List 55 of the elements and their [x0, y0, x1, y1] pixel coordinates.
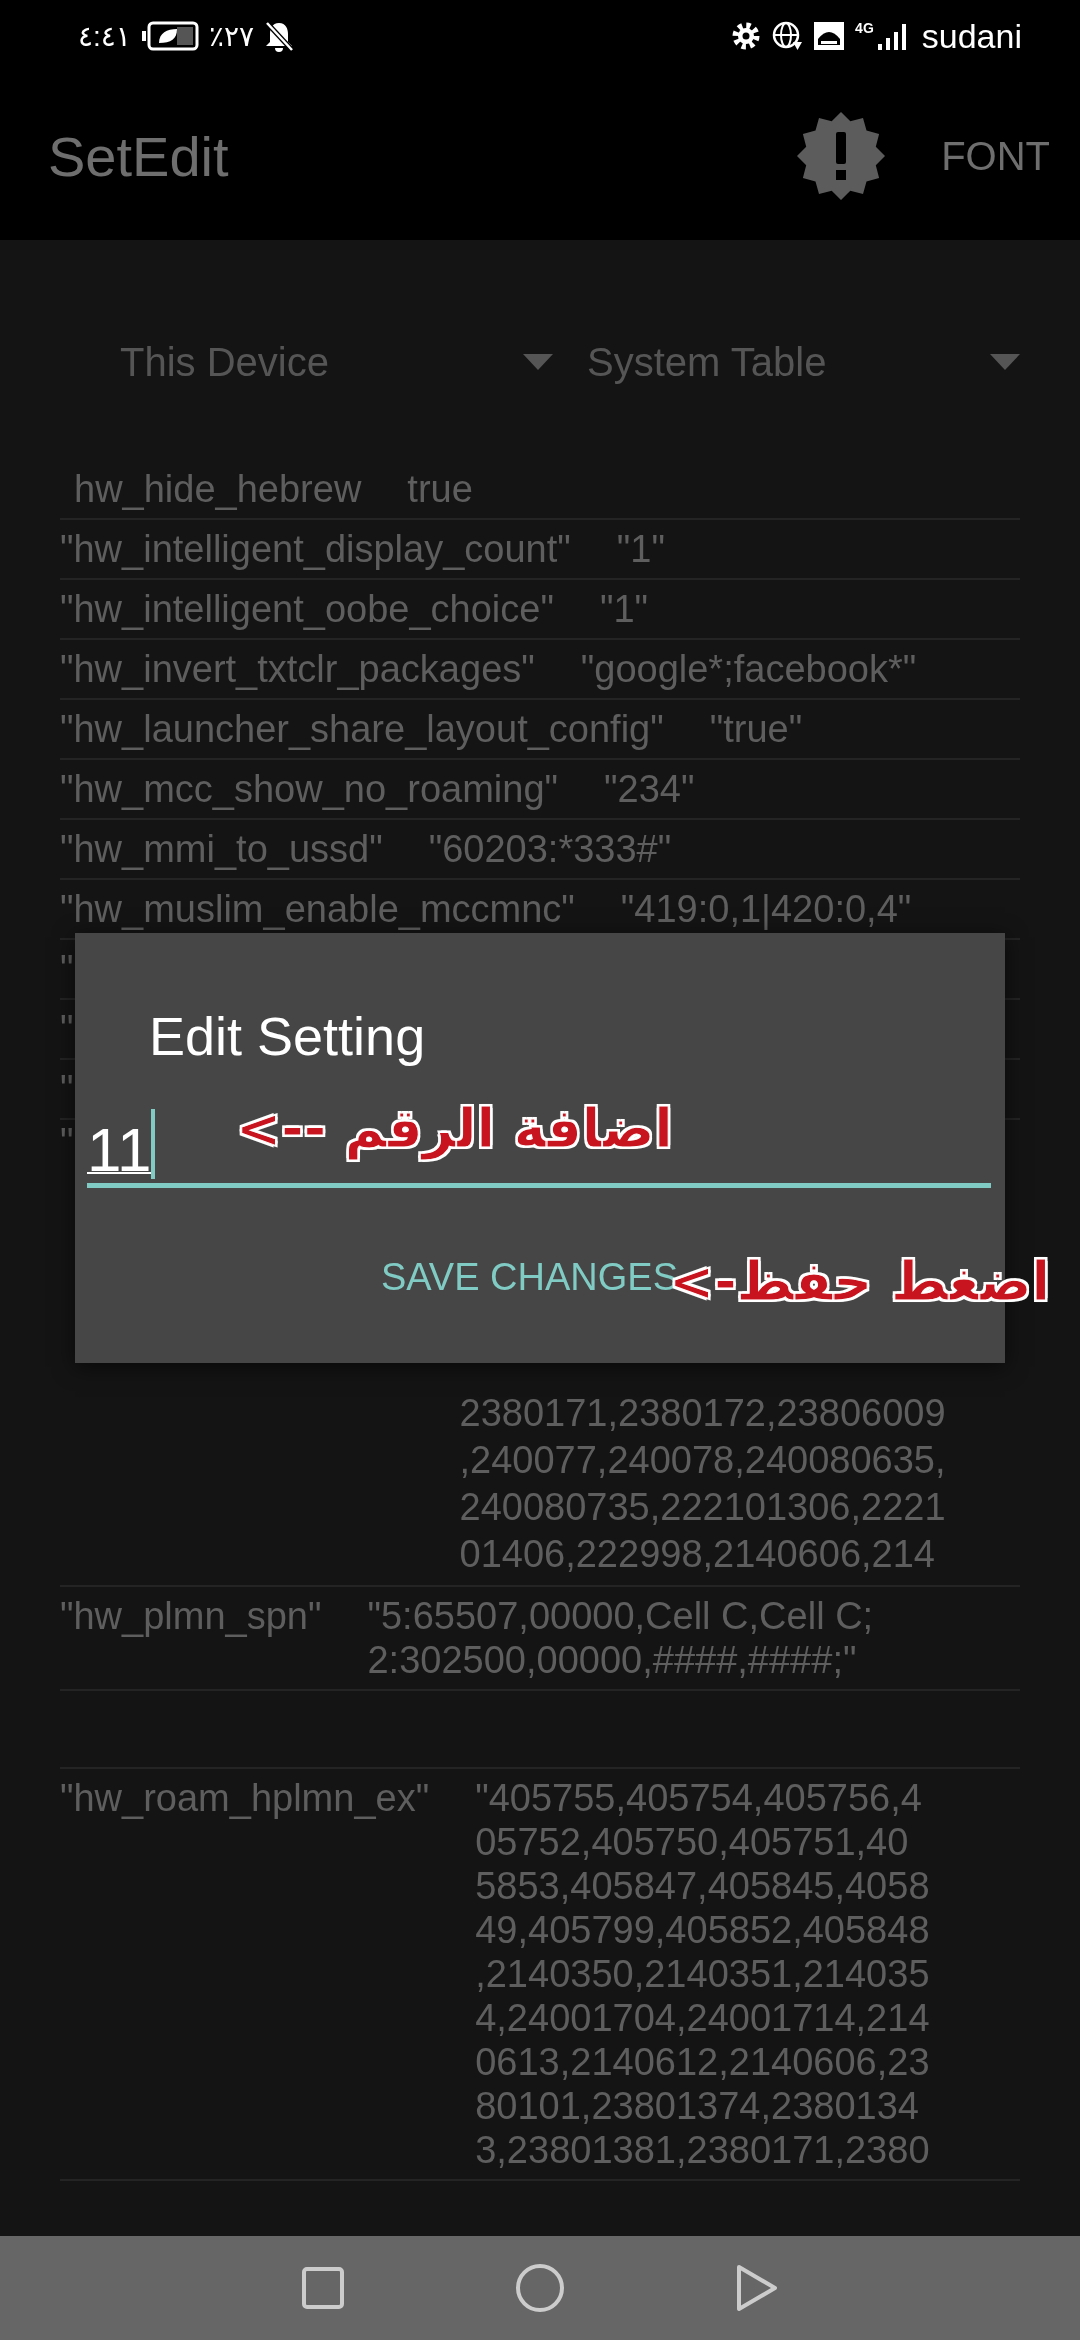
dropdown-caret-icon — [990, 354, 1020, 370]
setting-value: "405755,405754,405756,4 05752,405750,405751,40 5853,405847,405845,4058 49,405799,405852,405848 ,2140350,2140351,214035 4,24001704,24001714,214 0613,2140612,2140606,23 80101,23801374,2380134 3,23801381,2380171,2380 — [475, 1776, 930, 2172]
image-icon — [813, 21, 846, 51]
setting-value: "1" — [616, 527, 665, 571]
alert-icon[interactable] — [797, 112, 886, 200]
recents-button[interactable] — [301, 2266, 345, 2310]
battery-icon — [140, 21, 199, 51]
setting-name: " — [60, 1120, 74, 1164]
setting-value: "60203:*333#" — [428, 827, 672, 871]
dropdown[interactable]: System Table — [565, 332, 1020, 392]
back-button[interactable] — [735, 2263, 779, 2313]
font-button[interactable]: FONT — [933, 125, 1058, 187]
setting-name: hw_hide_hebrew — [73, 467, 362, 511]
setting-name: "hw_mmi_to_ussd" — [60, 827, 383, 871]
dialog-title: Edit Setting — [148, 1005, 427, 1067]
setting-value: "5:65507,00000,Cell C,Cell C; 2:302500,00000,####,####;" — [367, 1594, 874, 1682]
setting-row[interactable]: "hw_mcc_show_no_roaming" "234" — [60, 760, 1020, 820]
setting-value: "419:0,1|420:0,4" — [620, 887, 912, 931]
setting-value: "true" — [709, 707, 803, 751]
setting-row[interactable]: "hw_launcher_share_layout_config" "true" — [60, 700, 1020, 760]
setting-value: "google*;facebook*" — [580, 647, 917, 691]
setting-row[interactable]: "hw_plmn_spn" "5:65507,00000,Cell C,Cell C; 2:302500,00000,####,####;" — [60, 1587, 1020, 1691]
home-button[interactable] — [515, 2263, 565, 2313]
carrier-name: sudani — [921, 16, 1022, 56]
dropdown-caret-icon — [523, 354, 553, 370]
annotation-text: اضافة الرقم --> — [236, 1097, 673, 1160]
setting-name: "hw_muslim_enable_mccmnc" — [60, 887, 575, 931]
setting-row[interactable]: "hw_intelligent_oobe_choice" "1" — [60, 580, 1020, 640]
text-cursor — [151, 1109, 156, 1179]
setting-value: "1" — [599, 587, 648, 631]
setting-row[interactable]: hw_hide_hebrew true — [60, 460, 1020, 520]
battery-percent: ٪٢٧ — [208, 19, 255, 53]
setting-value: true — [407, 467, 473, 511]
setting-name: "hw_invert_txtclr_packages" — [60, 647, 535, 691]
setting-name: "hw_launcher_share_layout_config" — [60, 707, 664, 751]
setting-row[interactable]: "hw_mmi_to_ussd" "60203:*333#" — [60, 820, 1020, 880]
app-title: SetEdit — [48, 123, 229, 189]
globe-icon — [771, 20, 804, 52]
setting-name: " — [60, 1007, 74, 1051]
bell-off-icon — [264, 20, 295, 52]
setting-name: "hw_plmn_spn" — [60, 1594, 322, 1639]
setting-name: "hw_intelligent_oobe_choice" — [60, 587, 554, 631]
setting-name: "hw_intelligent_display_count" — [60, 527, 571, 571]
setting-row[interactable]: "hw_invert_txtclr_packages" "google*;facebook*" — [60, 640, 1020, 700]
clock-text: ٤:٤١ — [78, 19, 131, 53]
setting-name: "hw_roam_hplmn_ex" — [60, 1776, 430, 1821]
setting-name: "hw_mcc_show_no_roaming" — [60, 767, 558, 811]
setting-name: " — [60, 947, 74, 991]
setting-name: " — [60, 1067, 74, 1111]
setting-value: 2380171,2380172,23806009 ,240077,240078,240080635, 240080735,222101306,2221 01406,222998,2140606,214 — [459, 1391, 946, 1577]
dropdown[interactable]: This Device — [60, 332, 565, 392]
network-type-text: 4G — [855, 20, 874, 36]
gear-icon — [731, 21, 762, 51]
setting-row[interactable]: "hw_intelligent_display_count" "1" — [60, 520, 1020, 580]
setting-value: "234" — [604, 767, 695, 811]
